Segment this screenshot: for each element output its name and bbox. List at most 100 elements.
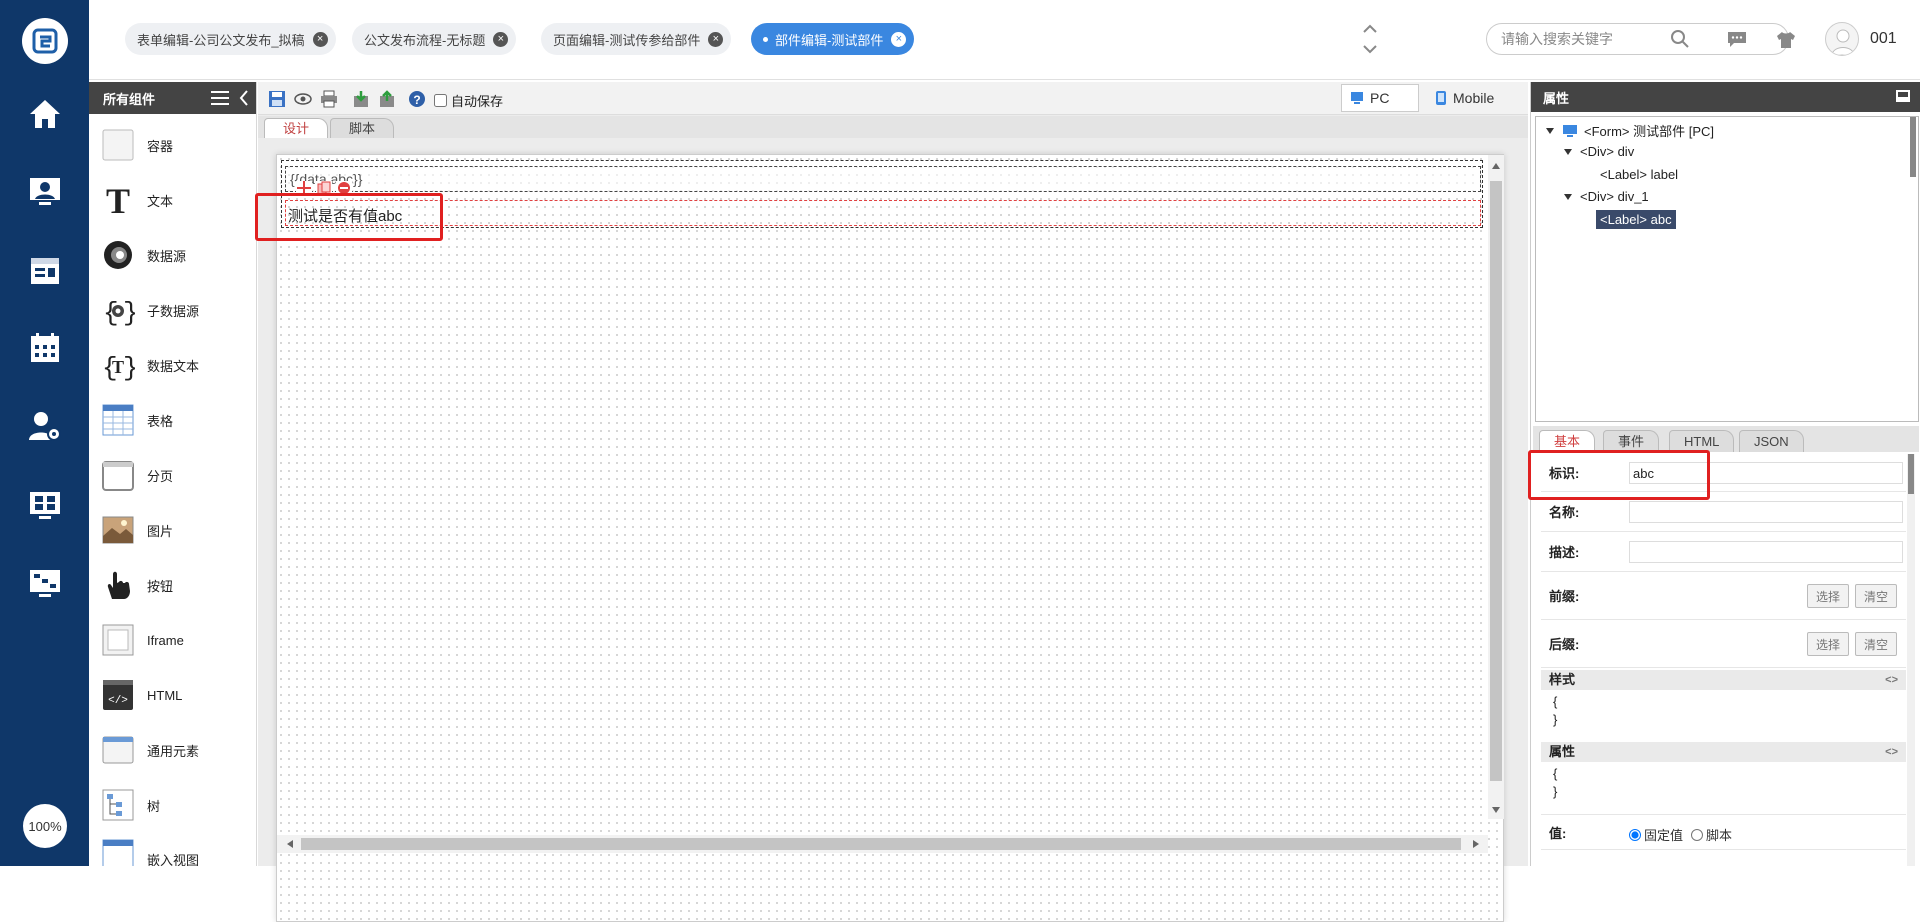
iframe-icon xyxy=(101,623,135,657)
component-label: 树 xyxy=(147,798,161,814)
fixed-value-radio[interactable] xyxy=(1629,828,1641,841)
tab-events[interactable]: 事件 xyxy=(1603,430,1660,452)
calendar-list-icon[interactable] xyxy=(23,248,67,292)
print-icon[interactable] xyxy=(320,90,338,108)
help-icon[interactable]: ? xyxy=(408,90,426,108)
div-row[interactable]: {{data.abc}} xyxy=(285,166,1481,195)
tree-node-div-1[interactable]: <Div> div_1 xyxy=(1564,189,1649,204)
export-icon[interactable] xyxy=(378,90,396,108)
component-panel-header: 所有组件 xyxy=(89,82,256,114)
tab-page-edit[interactable]: 页面编辑-测试传参给部件 × xyxy=(541,23,732,55)
component-datasource[interactable]: 数据源 xyxy=(101,233,186,277)
expand-icon[interactable] xyxy=(1564,148,1572,155)
tab-script[interactable]: 脚本 xyxy=(330,118,395,138)
username[interactable]: 001 xyxy=(1870,30,1897,48)
user-monitor-icon[interactable] xyxy=(23,170,67,214)
tree-node-label[interactable]: <Label> label xyxy=(1600,167,1678,182)
tab-label: 部件编辑-测试部件 xyxy=(775,32,884,48)
tab-component-edit[interactable]: 部件编辑-测试部件 × xyxy=(751,23,915,55)
prefix-select-button[interactable]: 选择 xyxy=(1807,584,1849,608)
tab-form-edit[interactable]: 表单编辑-公司公文发布_拟稿 × xyxy=(125,23,336,55)
tab-scroll-arrows[interactable] xyxy=(1361,22,1379,56)
suffix-clear-button[interactable]: 清空 xyxy=(1855,632,1897,656)
component-sub-datasource[interactable]: {} 子数据源 xyxy=(101,288,199,332)
home-icon[interactable] xyxy=(23,92,67,136)
preview-icon[interactable] xyxy=(294,90,312,108)
component-text[interactable]: T 文本 xyxy=(101,178,173,222)
flow-monitor-icon[interactable] xyxy=(23,562,67,606)
tab-basic[interactable]: 基本 xyxy=(1539,430,1596,452)
minimize-icon[interactable] xyxy=(1896,90,1910,105)
component-container[interactable]: 容器 xyxy=(101,123,173,167)
svg-text:</>: </> xyxy=(108,695,128,707)
close-icon[interactable]: × xyxy=(493,31,509,47)
tab-json[interactable]: JSON xyxy=(1739,430,1804,452)
hscroll-thumb[interactable] xyxy=(301,838,1461,850)
tree-node-form[interactable]: <Form> 测试部件 [PC] xyxy=(1546,121,1714,140)
message-icon[interactable] xyxy=(1727,31,1747,49)
table-icon xyxy=(101,403,135,437)
props-tabs: 基本 事件 HTML JSON xyxy=(1533,426,1919,452)
mobile-mode-button[interactable]: Mobile xyxy=(1429,84,1525,112)
menu-icon[interactable] xyxy=(211,91,229,108)
zoom-indicator[interactable]: 100% xyxy=(23,804,67,848)
tab-design[interactable]: 设计 xyxy=(264,118,329,138)
desc-input[interactable] xyxy=(1629,541,1903,563)
tree-node-label-abc-selected[interactable]: <Label> abc xyxy=(1596,210,1676,229)
component-tree[interactable]: 树 xyxy=(101,783,160,827)
avatar[interactable] xyxy=(1825,22,1859,56)
app-logo[interactable] xyxy=(22,18,68,64)
calendar-icon[interactable] xyxy=(23,326,67,370)
component-data-text[interactable]: {T} 数据文本 xyxy=(101,343,199,387)
close-icon[interactable]: × xyxy=(708,31,724,47)
autosave-checkbox[interactable] xyxy=(434,94,447,107)
horizontal-scrollbar[interactable] xyxy=(277,835,1488,853)
component-label: 按钮 xyxy=(147,578,174,594)
code-toggle-icon[interactable]: <> xyxy=(1885,742,1898,762)
code-toggle-icon[interactable]: <> xyxy=(1885,670,1898,690)
div-row-selected[interactable]: 测试是否有值abc xyxy=(285,200,1481,226)
tab-html[interactable]: HTML xyxy=(1669,430,1735,452)
component-embed-view[interactable]: 嵌入视图 xyxy=(101,838,199,866)
style-section[interactable]: 样式 <> xyxy=(1541,670,1906,690)
tab-flow[interactable]: 公文发布流程-无标题 × xyxy=(352,23,517,55)
svg-text:?: ? xyxy=(413,93,420,107)
component-table[interactable]: 表格 xyxy=(101,398,173,442)
tree-label: <Form> 测试部件 [PC] xyxy=(1584,124,1715,139)
dashboard-icon[interactable] xyxy=(23,484,67,528)
component-label: 容器 xyxy=(147,138,174,154)
component-iframe[interactable]: Iframe xyxy=(101,618,184,662)
user-settings-icon[interactable] xyxy=(23,404,67,448)
design-canvas[interactable]: {{data.abc}} 测试是否有值abc xyxy=(276,154,1504,922)
save-icon[interactable] xyxy=(268,90,286,108)
close-icon[interactable]: × xyxy=(312,31,328,47)
prefix-clear-button[interactable]: 清空 xyxy=(1855,584,1897,608)
html-icon: </> xyxy=(101,678,135,712)
pc-mode-button[interactable]: PC xyxy=(1341,84,1419,112)
expand-icon[interactable] xyxy=(1546,127,1554,134)
collapse-icon[interactable] xyxy=(239,90,249,109)
search-icon[interactable] xyxy=(1670,29,1690,49)
name-input[interactable] xyxy=(1629,501,1903,523)
close-icon[interactable]: × xyxy=(891,31,907,47)
attr-section[interactable]: 属性 <> xyxy=(1541,742,1906,762)
vertical-scrollbar[interactable] xyxy=(1488,155,1504,819)
props-scroll-thumb[interactable] xyxy=(1908,454,1914,494)
suffix-select-button[interactable]: 选择 xyxy=(1807,632,1849,656)
script-radio[interactable] xyxy=(1691,828,1704,841)
props-scrollbar[interactable] xyxy=(1907,454,1915,866)
scroll-thumb[interactable] xyxy=(1490,181,1502,781)
component-button[interactable]: 按钮 xyxy=(101,563,173,607)
tree-node-div[interactable]: <Div> div xyxy=(1564,144,1634,159)
component-html[interactable]: </> HTML xyxy=(101,673,182,717)
tab-label: 表单编辑-公司公文发布_拟稿 xyxy=(137,32,305,48)
component-pagination[interactable]: 分页 xyxy=(101,453,173,497)
component-generic[interactable]: 通用元素 xyxy=(101,728,199,772)
component-image[interactable]: 图片 xyxy=(101,508,173,552)
shirt-icon[interactable] xyxy=(1776,30,1796,50)
autosave-toggle[interactable]: 自动保存 xyxy=(434,91,503,110)
import-icon[interactable] xyxy=(352,90,370,108)
row-suffix: 后缀: 选择 清空 xyxy=(1541,620,1906,668)
expand-icon[interactable] xyxy=(1564,193,1572,200)
tree-scrollbar[interactable] xyxy=(1910,117,1916,177)
